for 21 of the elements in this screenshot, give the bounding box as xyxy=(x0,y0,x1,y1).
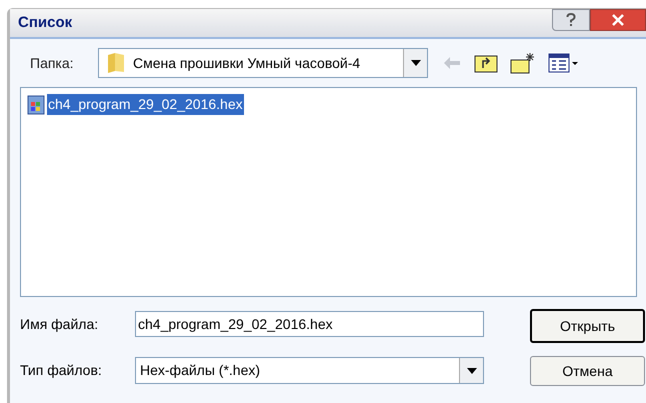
folder-value: Смена прошивки Умный часовой-4 xyxy=(133,54,362,73)
close-icon xyxy=(611,14,625,26)
folder-dropdown[interactable]: Смена прошивки Умный часовой-4 xyxy=(98,48,428,78)
file-type-value: Hex-файлы (*.hex) xyxy=(140,361,262,380)
folder-label: Папка: xyxy=(30,54,75,72)
window-title: Список xyxy=(18,12,72,33)
view-menu-icon[interactable] xyxy=(548,53,580,73)
dialog-button[interactable]: Открыть xyxy=(530,309,645,343)
file-icon xyxy=(27,94,45,114)
folder-icon xyxy=(107,52,125,74)
help-icon xyxy=(566,13,576,27)
file-name-label: Имя файла: xyxy=(20,314,100,334)
file-type-label: Тип файлов: xyxy=(20,361,103,380)
up-folder-icon[interactable] xyxy=(474,53,498,73)
dialog-button[interactable]: Отмена xyxy=(530,356,645,386)
file-type-dropdown[interactable]: Hex-файлы (*.hex) xyxy=(135,357,484,384)
close-button[interactable] xyxy=(590,9,646,31)
file-name-field[interactable]: ch4_program_29_02_2016.hex xyxy=(135,311,484,337)
file-item[interactable]: ch4_program_29_02_2016.hex xyxy=(47,94,244,115)
new-folder-icon[interactable] xyxy=(510,52,536,74)
help-button[interactable] xyxy=(552,9,590,31)
